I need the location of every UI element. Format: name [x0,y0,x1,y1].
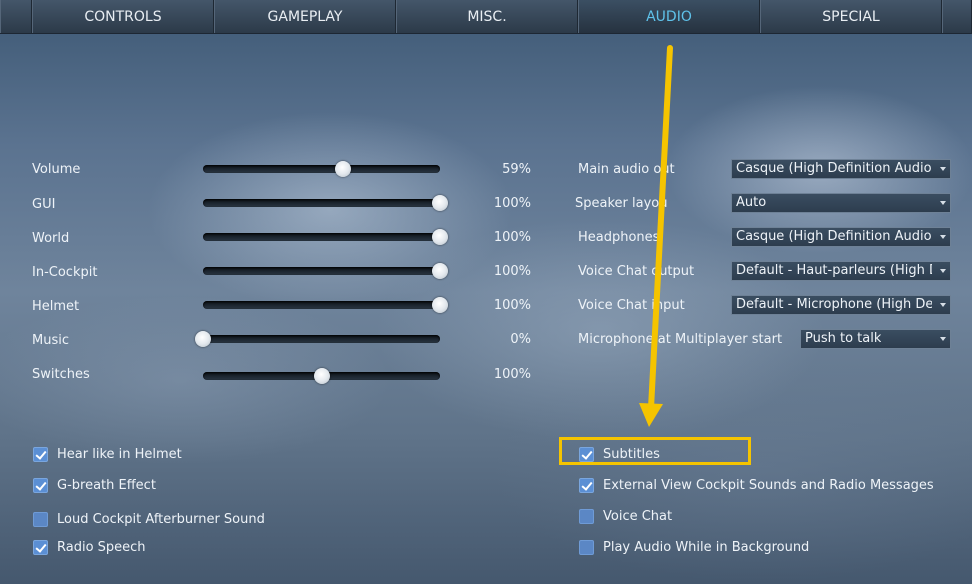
annotation-arrow-icon [639,45,673,427]
